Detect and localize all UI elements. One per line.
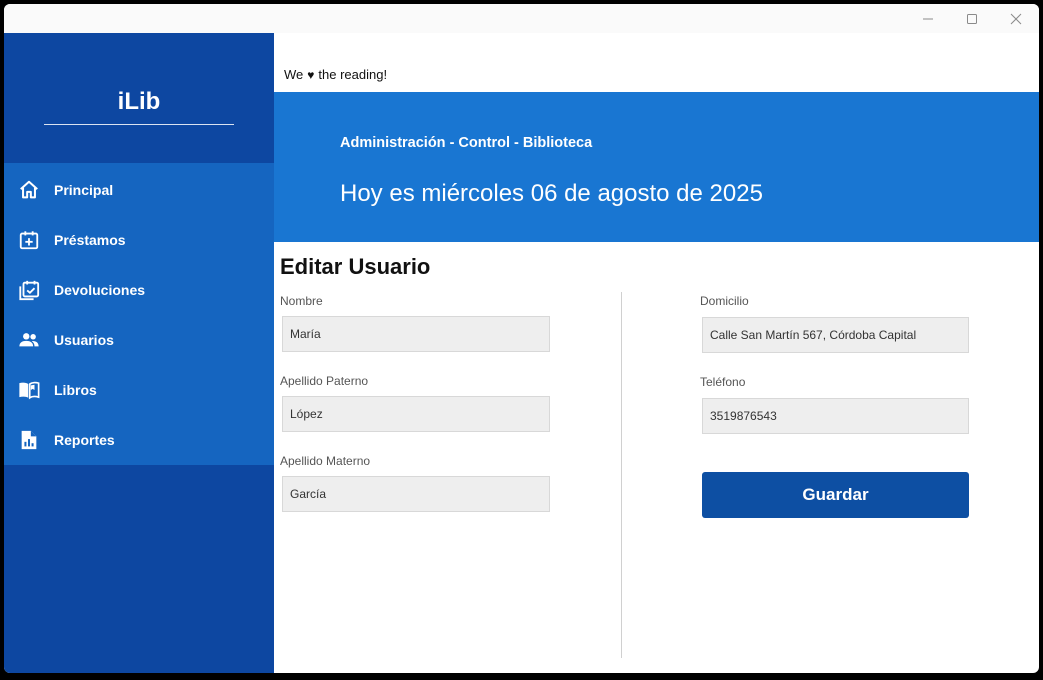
calendar-plus-icon [18,229,40,251]
sidebar-item-label: Reportes [54,432,115,448]
apellido-paterno-label: Apellido Paterno [280,374,369,388]
telefono-field[interactable] [702,398,969,434]
tagline-suffix: the reading! [318,67,388,82]
header-banner: Administración - Control - Biblioteca Ho… [274,92,1039,242]
sidebar-item-reportes[interactable]: Reportes [4,416,274,466]
sidebar-item-libros[interactable]: Libros [4,366,274,416]
sidebar-item-label: Usuarios [54,332,114,348]
calendar-check-icon [18,279,40,301]
report-icon [18,429,40,451]
page-title: Editar Usuario [280,254,431,279]
domicilio-field[interactable] [702,317,969,353]
home-icon [18,179,40,201]
title-bar [4,4,1039,33]
sidebar: iLib Principal Préstamos Devoluciones Us… [4,33,274,673]
apellido-materno-field[interactable] [282,476,550,512]
book-open-icon [18,379,40,401]
sidebar-item-label: Principal [54,182,114,198]
sidebar-item-prestamos[interactable]: Préstamos [4,216,274,266]
sidebar-item-usuarios[interactable]: Usuarios [4,316,274,366]
apellido-paterno-field[interactable] [282,396,550,432]
close-icon[interactable] [993,4,1039,33]
sidebar-item-principal[interactable]: Principal [4,166,274,216]
banner-subtitle: Administración - Control - Biblioteca [340,135,593,151]
nombre-label: Nombre [280,294,323,308]
sidebar-item-label: Préstamos [54,232,126,248]
sidebar-item-devoluciones[interactable]: Devoluciones [4,266,274,316]
sidebar-item-label: Devoluciones [54,282,146,298]
sidebar-item-label: Libros [54,382,97,398]
tagline-prefix: We [284,67,304,82]
tagline: We ♥ the reading! [284,67,387,82]
telefono-label: Teléfono [700,375,746,389]
app-brand: iLib [117,88,161,115]
nombre-field[interactable] [282,316,550,352]
minimize-icon[interactable] [905,4,951,33]
users-icon [18,329,40,351]
apellido-materno-label: Apellido Materno [280,454,371,468]
domicilio-label: Domicilio [700,294,749,308]
brand-underline [44,124,234,125]
maximize-icon[interactable] [949,4,995,33]
save-button[interactable]: Guardar [702,472,969,518]
column-divider [621,292,622,658]
heart-icon: ♥ [307,68,315,82]
current-date: Hoy es miércoles 06 de agosto de 2025 [340,180,763,207]
app-window: iLib Principal Préstamos Devoluciones Us… [4,4,1039,673]
sidebar-nav: Principal Préstamos Devoluciones Usuario… [4,163,274,465]
